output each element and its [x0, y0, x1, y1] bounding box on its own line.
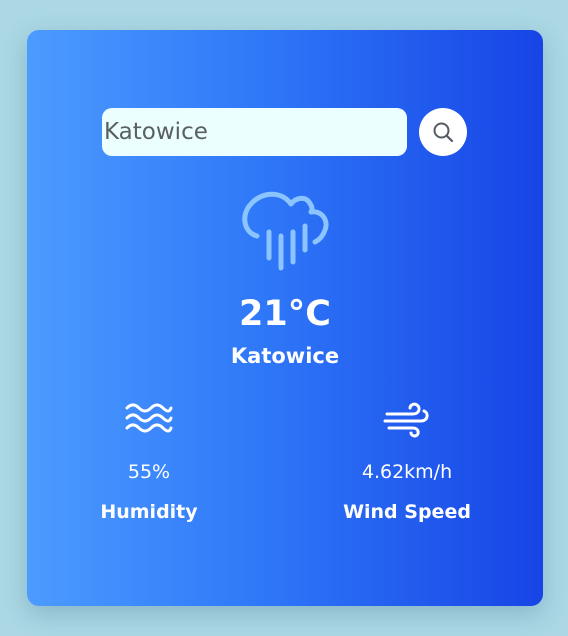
search-input[interactable] — [102, 108, 407, 156]
wind-icon — [383, 402, 429, 438]
humidity-waves-icon — [125, 403, 173, 433]
wind-stat: 4.62km/h Wind Speed — [312, 400, 502, 524]
rain-cloud-icon — [242, 191, 329, 271]
humidity-stat: 55% Humidity — [54, 400, 244, 524]
humidity-value: 55% — [127, 461, 171, 483]
wind-label: Wind Speed — [343, 501, 471, 523]
humidity-label: Humidity — [100, 501, 198, 523]
wind-value: 4.62km/h — [361, 461, 453, 483]
weather-card: 21°C Katowice 55% Humidity 4.62km/h Wind… — [27, 30, 543, 606]
search-icon — [433, 122, 454, 143]
temperature: 21°C — [239, 294, 331, 334]
city-name: Katowice — [230, 344, 340, 368]
search-button[interactable] — [419, 108, 467, 156]
